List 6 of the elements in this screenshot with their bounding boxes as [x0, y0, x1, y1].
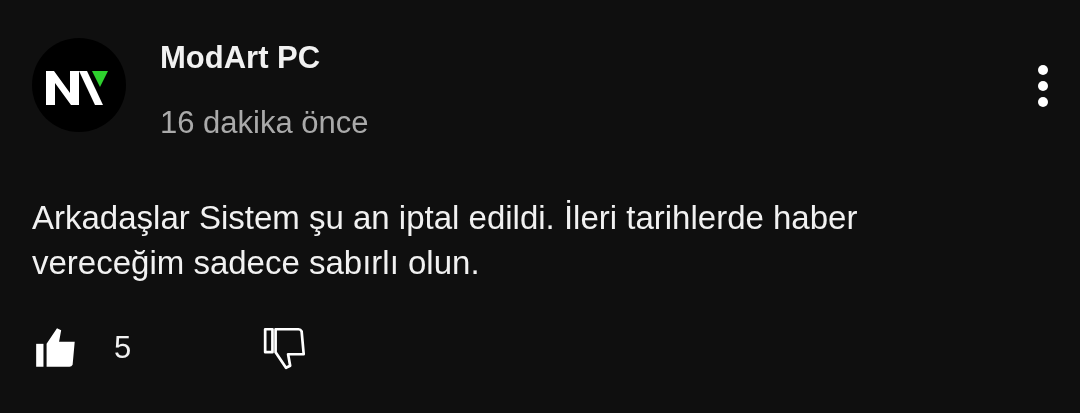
avatar-icon[interactable] — [32, 38, 126, 132]
author-name[interactable]: ModArt PC — [160, 38, 369, 78]
like-count: 5 — [114, 330, 132, 366]
comment-text: Arkadaşlar Sistem şu an iptal edildi. İleri tarihlerde haber vereceğim sadece sabırlı olun. — [32, 198, 859, 283]
more-options-icon[interactable] — [1036, 64, 1050, 108]
timestamp: 16 dakika önce — [160, 104, 369, 142]
